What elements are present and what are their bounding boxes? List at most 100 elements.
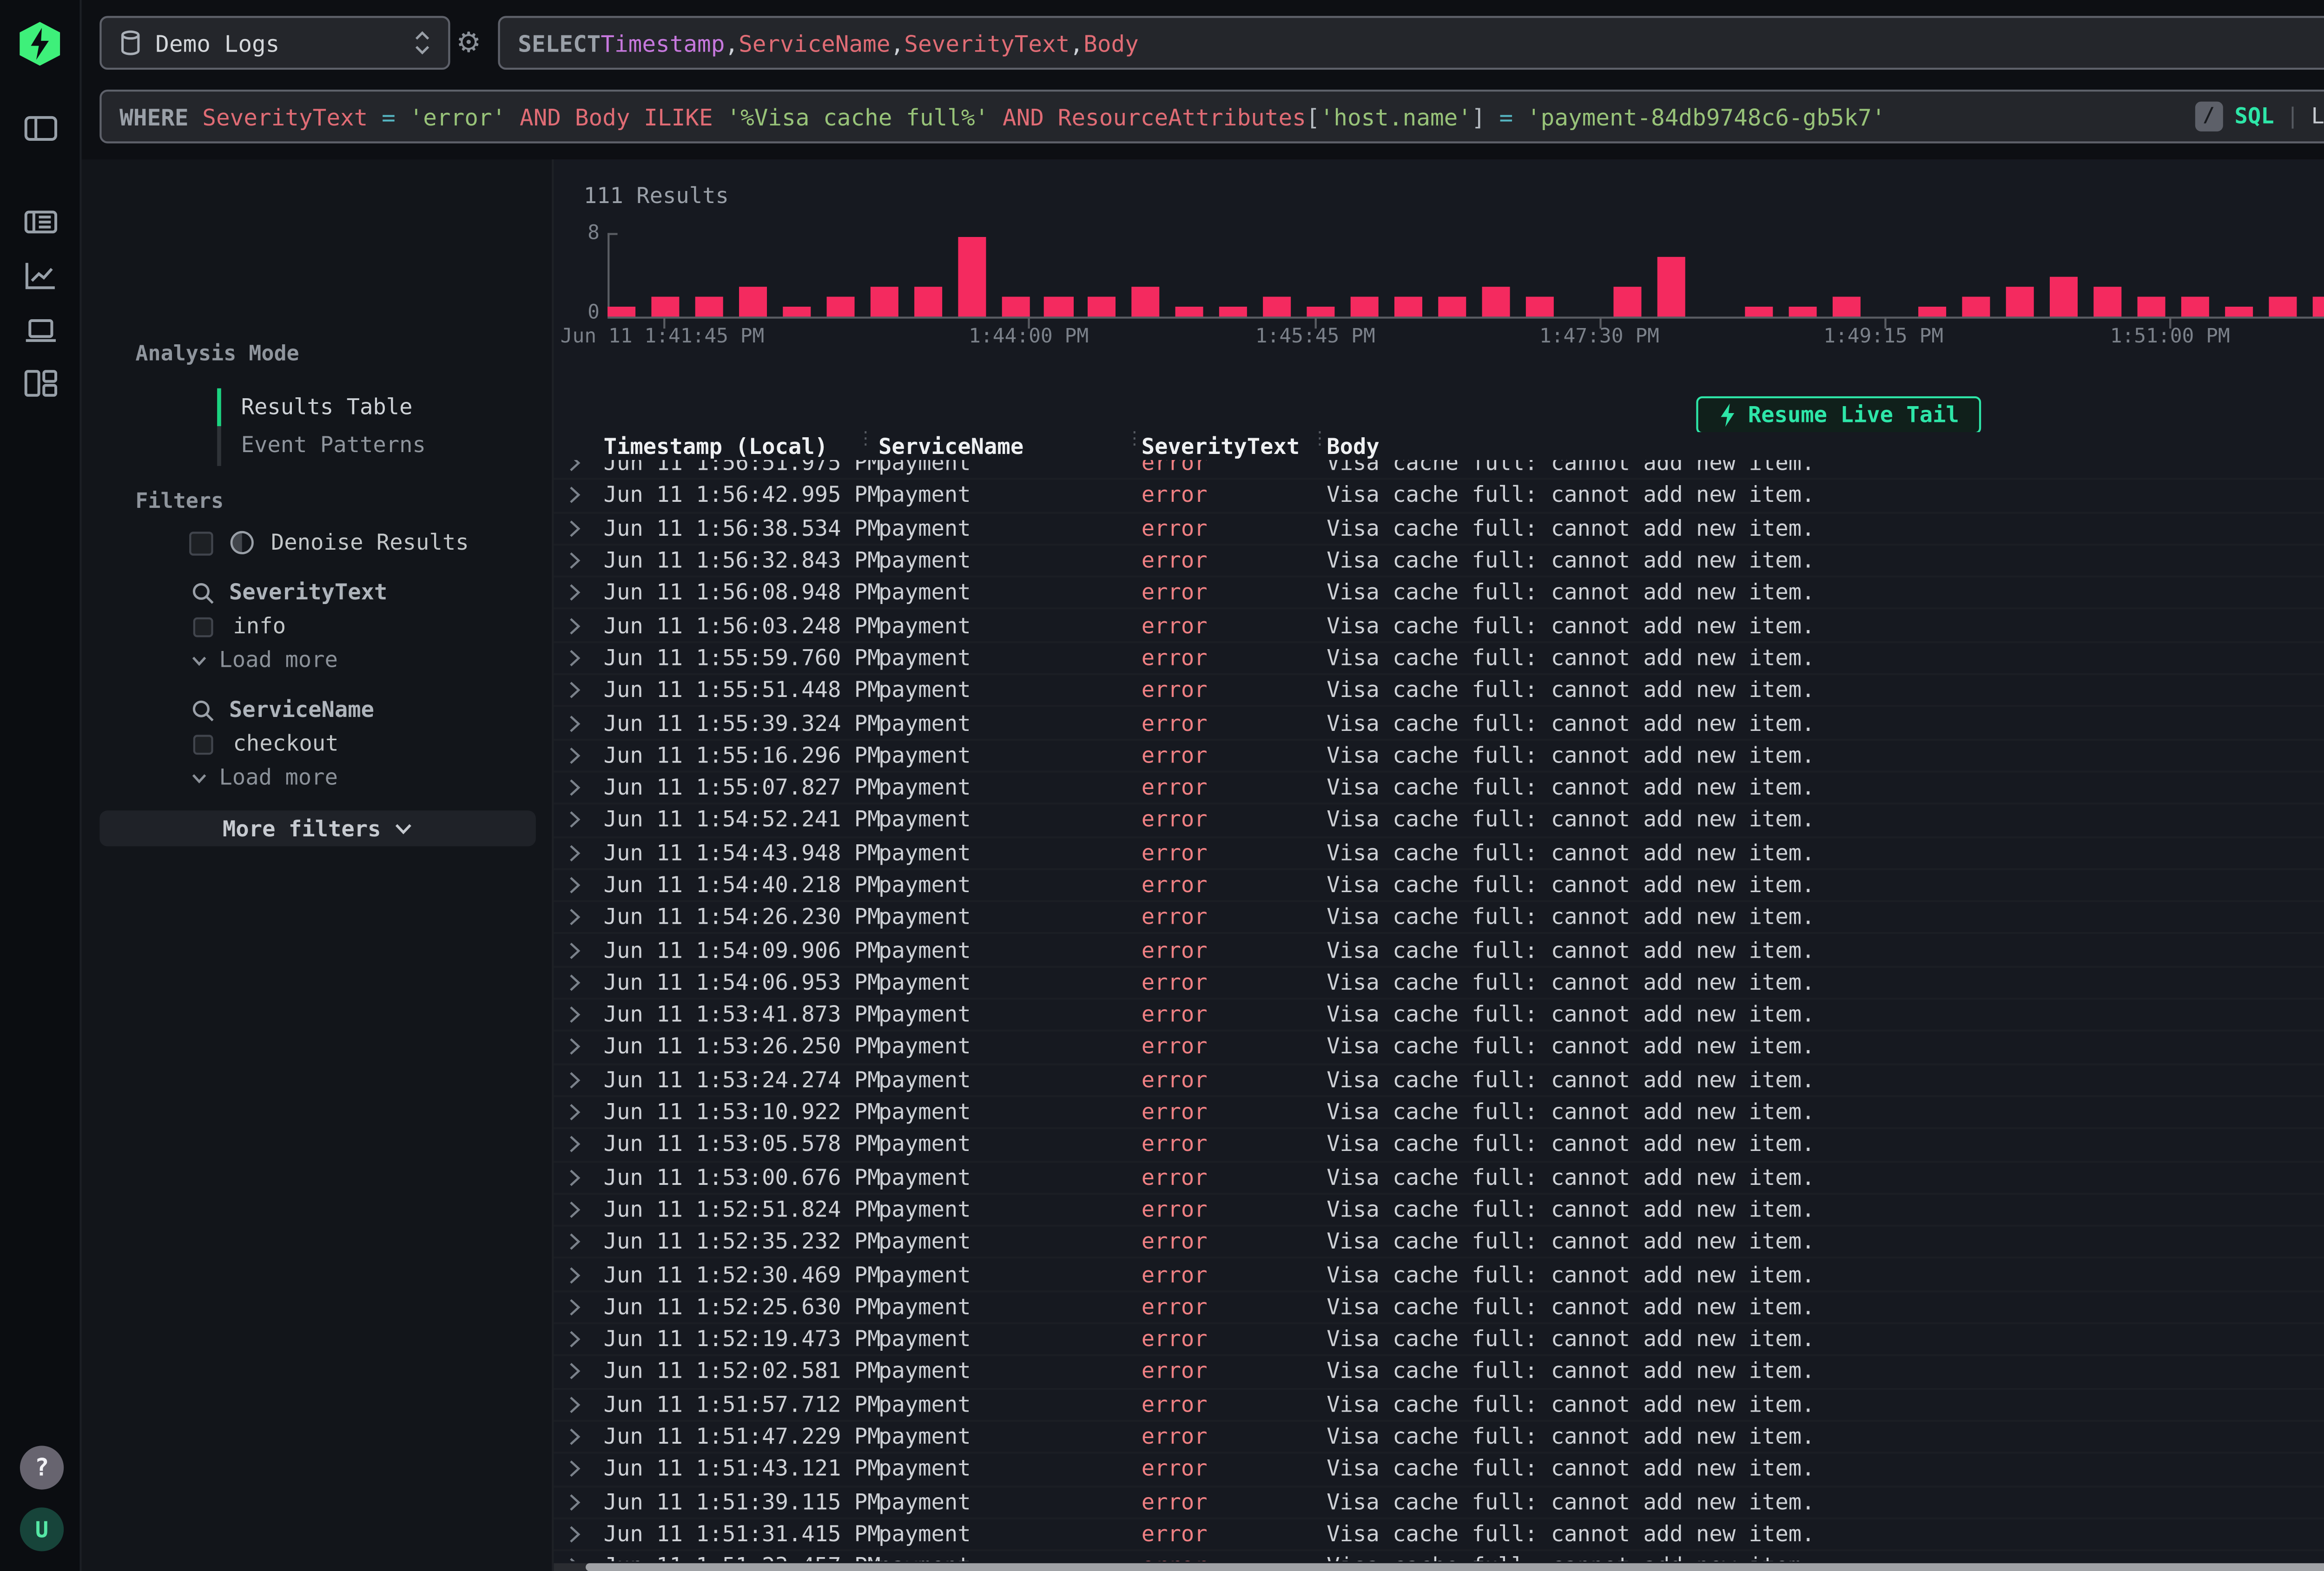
histogram-bar[interactable] bbox=[695, 297, 723, 317]
histogram-bar[interactable] bbox=[782, 307, 810, 316]
chart-explorer-icon[interactable] bbox=[24, 259, 58, 293]
table-row[interactable]: Jun 11 1:54:43.948 PM payment error Visa… bbox=[554, 837, 2324, 870]
histogram-bar[interactable] bbox=[2138, 297, 2166, 317]
row-expand-chevron-icon[interactable] bbox=[568, 1104, 603, 1122]
histogram-bar[interactable] bbox=[1919, 307, 1947, 316]
table-row[interactable]: Jun 11 1:54:26.230 PM payment error Visa… bbox=[554, 902, 2324, 935]
row-expand-chevron-icon[interactable] bbox=[568, 1168, 603, 1186]
row-expand-chevron-icon[interactable] bbox=[568, 1136, 603, 1154]
source-select[interactable]: Demo Logs bbox=[99, 16, 450, 70]
table-row[interactable]: Jun 11 1:55:39.324 PM payment error Visa… bbox=[554, 708, 2324, 740]
horizontal-scrollbar-thumb[interactable] bbox=[586, 1562, 2324, 1571]
table-row[interactable]: Jun 11 1:51:47.229 PM payment error Visa… bbox=[554, 1422, 2324, 1454]
row-expand-chevron-icon[interactable] bbox=[568, 682, 603, 700]
table-row[interactable]: Jun 11 1:55:51.448 PM payment error Visa… bbox=[554, 675, 2324, 708]
col-timestamp[interactable]: Timestamp (Local) bbox=[604, 433, 878, 459]
histogram-bar[interactable] bbox=[1307, 307, 1335, 316]
table-row[interactable]: Jun 11 1:55:07.827 PM payment error Visa… bbox=[554, 773, 2324, 805]
histogram-bar[interactable] bbox=[1657, 257, 1685, 317]
row-expand-chevron-icon[interactable] bbox=[568, 973, 603, 992]
table-row[interactable]: Jun 11 1:51:57.712 PM payment error Visa… bbox=[554, 1389, 2324, 1422]
table-row[interactable]: Jun 11 1:52:02.581 PM payment error Visa… bbox=[554, 1357, 2324, 1389]
histogram-bar[interactable] bbox=[1176, 307, 1204, 316]
histogram-bar[interactable] bbox=[2094, 287, 2122, 316]
histogram-bar[interactable] bbox=[1613, 287, 1641, 316]
select-query-input[interactable]: SELECT Timestamp, ServiceName, SeverityT… bbox=[498, 16, 2324, 70]
info-checkbox[interactable] bbox=[193, 616, 213, 636]
table-row[interactable]: Jun 11 1:51:43.121 PM payment error Visa… bbox=[554, 1454, 2324, 1486]
histogram-bar[interactable] bbox=[1089, 297, 1116, 317]
row-expand-chevron-icon[interactable] bbox=[568, 617, 603, 635]
row-expand-chevron-icon[interactable] bbox=[568, 1525, 603, 1544]
histogram-bar[interactable] bbox=[1263, 297, 1291, 317]
histogram-bar[interactable] bbox=[1045, 297, 1073, 317]
histogram-bar[interactable] bbox=[739, 287, 766, 316]
table-row[interactable]: Jun 11 1:52:25.630 PM payment error Visa… bbox=[554, 1292, 2324, 1324]
denoise-checkbox[interactable] bbox=[189, 531, 213, 554]
table-row[interactable]: Jun 11 1:56:08.948 PM payment error Visa… bbox=[554, 578, 2324, 611]
row-expand-chevron-icon[interactable] bbox=[568, 1071, 603, 1089]
col-severitytext[interactable]: SeverityText bbox=[1142, 433, 1327, 459]
table-row[interactable]: Jun 11 1:56:51.975 PM payment error Visa… bbox=[554, 460, 2324, 480]
row-expand-chevron-icon[interactable] bbox=[568, 552, 603, 570]
histogram-bar[interactable] bbox=[2312, 297, 2324, 317]
row-expand-chevron-icon[interactable] bbox=[568, 1460, 603, 1479]
row-expand-chevron-icon[interactable] bbox=[568, 811, 603, 829]
row-expand-chevron-icon[interactable] bbox=[568, 909, 603, 927]
histogram-bar[interactable] bbox=[1394, 297, 1422, 317]
table-row[interactable]: Jun 11 1:51:23.457 PM payment error Visa… bbox=[554, 1551, 2324, 1561]
col-body[interactable]: Body bbox=[1327, 433, 2324, 459]
row-expand-chevron-icon[interactable] bbox=[568, 1039, 603, 1057]
row-expand-chevron-icon[interactable] bbox=[568, 1266, 603, 1284]
help-button[interactable]: ? bbox=[20, 1446, 64, 1489]
histogram-bar[interactable] bbox=[957, 237, 985, 316]
table-row[interactable]: Jun 11 1:54:06.953 PM payment error Visa… bbox=[554, 967, 2324, 1000]
histogram-bar[interactable] bbox=[1220, 307, 1248, 316]
tab-results-table[interactable]: Results Table bbox=[241, 394, 413, 421]
histogram-bar[interactable] bbox=[914, 287, 942, 316]
lang-lucene-option[interactable]: Lucene bbox=[2311, 104, 2324, 130]
table-row[interactable]: Jun 11 1:51:39.115 PM payment error Visa… bbox=[554, 1486, 2324, 1519]
column-resize-handle[interactable]: ⋮ bbox=[857, 430, 875, 450]
table-row[interactable]: Jun 11 1:53:26.250 PM payment error Visa… bbox=[554, 1032, 2324, 1065]
row-expand-chevron-icon[interactable] bbox=[568, 714, 603, 732]
histogram-bar[interactable] bbox=[1963, 297, 1991, 317]
table-row[interactable]: Jun 11 1:53:41.873 PM payment error Visa… bbox=[554, 1000, 2324, 1032]
table-row[interactable]: Jun 11 1:56:42.995 PM payment error Visa… bbox=[554, 480, 2324, 513]
dashboards-icon[interactable] bbox=[24, 367, 58, 401]
row-expand-chevron-icon[interactable] bbox=[568, 649, 603, 667]
tab-event-patterns[interactable]: Event Patterns bbox=[241, 432, 426, 458]
table-row[interactable]: Jun 11 1:55:16.296 PM payment error Visa… bbox=[554, 740, 2324, 773]
row-expand-chevron-icon[interactable] bbox=[568, 1428, 603, 1446]
table-row[interactable]: Jun 11 1:55:59.760 PM payment error Visa… bbox=[554, 643, 2324, 675]
logs-search-icon[interactable] bbox=[24, 205, 58, 239]
histogram-bar[interactable] bbox=[2181, 297, 2209, 317]
row-expand-chevron-icon[interactable] bbox=[568, 941, 603, 959]
table-row[interactable]: Jun 11 1:52:51.824 PM payment error Visa… bbox=[554, 1195, 2324, 1227]
table-row[interactable]: Jun 11 1:56:38.534 PM payment error Visa… bbox=[554, 513, 2324, 546]
row-expand-chevron-icon[interactable] bbox=[568, 779, 603, 797]
more-filters-button[interactable]: More filters bbox=[99, 810, 536, 846]
histogram-bar[interactable] bbox=[1525, 297, 1553, 317]
row-expand-chevron-icon[interactable] bbox=[568, 876, 603, 894]
table-row[interactable]: Jun 11 1:53:24.274 PM payment error Visa… bbox=[554, 1065, 2324, 1097]
histogram-bar[interactable] bbox=[607, 307, 635, 316]
row-expand-chevron-icon[interactable] bbox=[568, 487, 603, 505]
table-row[interactable]: Jun 11 1:52:19.473 PM payment error Visa… bbox=[554, 1324, 2324, 1357]
row-expand-chevron-icon[interactable] bbox=[568, 1006, 603, 1024]
table-row[interactable]: Jun 11 1:52:30.469 PM payment error Visa… bbox=[554, 1259, 2324, 1292]
table-row[interactable]: Jun 11 1:53:10.922 PM payment error Visa… bbox=[554, 1097, 2324, 1130]
histogram-bar[interactable] bbox=[1351, 297, 1379, 317]
table-row[interactable]: Jun 11 1:54:09.906 PM payment error Visa… bbox=[554, 935, 2324, 967]
row-expand-chevron-icon[interactable] bbox=[568, 1298, 603, 1316]
sessions-laptop-icon[interactable] bbox=[24, 313, 58, 347]
row-expand-chevron-icon[interactable] bbox=[568, 1331, 603, 1349]
resume-live-tail-button[interactable]: Resume Live Tail bbox=[1696, 396, 1981, 434]
search-icon[interactable] bbox=[191, 580, 215, 604]
histogram-bar[interactable] bbox=[651, 297, 679, 317]
filter-option-label[interactable]: checkout bbox=[233, 731, 338, 757]
table-row[interactable]: Jun 11 1:54:52.241 PM payment error Visa… bbox=[554, 805, 2324, 838]
app-logo-icon[interactable] bbox=[18, 22, 62, 66]
search-icon[interactable] bbox=[191, 698, 215, 722]
where-query-input[interactable]: WHERE SeverityText = 'error' AND Body IL… bbox=[99, 90, 2324, 144]
